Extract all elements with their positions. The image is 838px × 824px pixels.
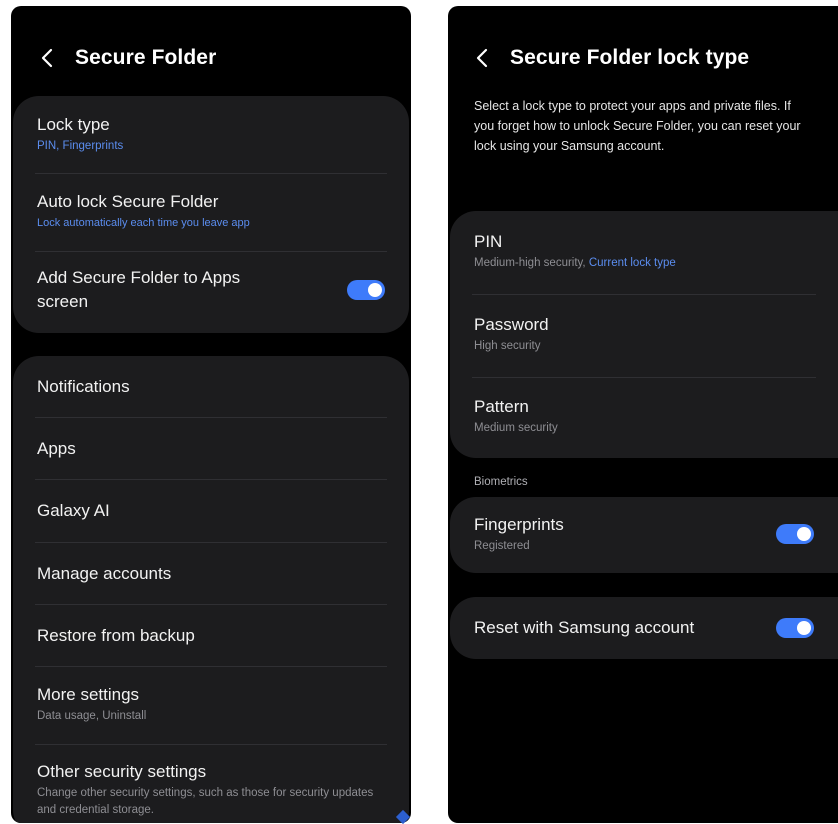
notifications-title: Notifications xyxy=(37,377,130,396)
fingerprints-item[interactable]: Fingerprints Registered xyxy=(474,513,814,554)
add-to-apps-toggle[interactable] xyxy=(347,280,385,300)
apps-title: Apps xyxy=(37,439,76,458)
fingerprints-subtitle: Registered xyxy=(474,540,530,552)
header: Secure Folder lock type xyxy=(474,46,828,70)
divider xyxy=(472,377,816,378)
divider xyxy=(35,542,387,543)
reset-samsung-title: Reset with Samsung account xyxy=(474,618,695,637)
biometrics-section-label: Biometrics xyxy=(474,476,528,488)
more-settings-title: More settings xyxy=(37,685,140,704)
reset-samsung-toggle[interactable] xyxy=(776,618,814,638)
pin-title: PIN xyxy=(474,232,503,251)
restore-backup-title: Restore from backup xyxy=(37,626,195,645)
auto-lock-item[interactable]: Auto lock Secure Folder Lock automatical… xyxy=(37,190,385,231)
fingerprints-title: Fingerprints xyxy=(474,515,564,534)
other-security-subtitle: Change other security settings, such as … xyxy=(37,787,374,816)
secure-folder-screen: Secure Folder Lock type PIN, Fingerprint… xyxy=(11,6,411,823)
add-to-apps-item[interactable]: Add Secure Folder to Apps screen xyxy=(37,266,385,314)
other-security-title: Other security settings xyxy=(37,762,207,781)
current-lock-label: Current lock type xyxy=(588,257,676,269)
password-item[interactable]: Password High security xyxy=(474,313,814,354)
auto-lock-title: Auto lock Secure Folder xyxy=(37,192,219,211)
galaxy-ai-item[interactable]: Galaxy AI xyxy=(37,499,385,523)
reset-card: Reset with Samsung account xyxy=(450,597,838,659)
lock-type-screen: Secure Folder lock type Select a lock ty… xyxy=(448,6,838,823)
pin-item[interactable]: PIN Medium-high security, Current lock t… xyxy=(474,230,814,271)
back-arrow-icon[interactable] xyxy=(474,47,492,69)
divider xyxy=(35,744,387,745)
lock-type-description: Select a lock type to protect your apps … xyxy=(474,99,801,153)
galaxy-ai-title: Galaxy AI xyxy=(37,501,110,520)
password-subtitle: High security xyxy=(474,340,541,352)
page-title: Secure Folder lock type xyxy=(510,46,750,69)
back-arrow-icon[interactable] xyxy=(39,47,57,69)
divider xyxy=(35,666,387,667)
divider xyxy=(35,604,387,605)
header: Secure Folder xyxy=(39,46,401,70)
other-security-item[interactable]: Other security settings Change other sec… xyxy=(37,760,385,819)
pin-security-level: Medium-high security, xyxy=(474,257,589,269)
pin-subtitle: Medium-high security, Current lock type xyxy=(474,255,676,271)
divider xyxy=(472,294,816,295)
divider xyxy=(35,173,387,174)
lock-type-title: Lock type xyxy=(37,115,110,134)
more-settings-subtitle: Data usage, Uninstall xyxy=(37,710,147,722)
fingerprints-toggle[interactable] xyxy=(776,523,814,544)
restore-backup-item[interactable]: Restore from backup xyxy=(37,624,385,648)
more-settings-item[interactable]: More settings Data usage, Uninstall xyxy=(37,683,385,724)
general-settings-card: Notifications Apps Galaxy AI Manage acco… xyxy=(13,356,409,823)
notifications-item[interactable]: Notifications xyxy=(37,375,385,399)
lock-type-subtitle: PIN, Fingerprints xyxy=(37,140,124,152)
lock-type-item[interactable]: Lock type PIN, Fingerprints xyxy=(37,113,385,154)
pattern-title: Pattern xyxy=(474,397,529,416)
page-title: Secure Folder xyxy=(75,46,217,69)
apps-item[interactable]: Apps xyxy=(37,437,385,461)
pattern-item[interactable]: Pattern Medium security xyxy=(474,395,814,436)
divider xyxy=(35,417,387,418)
add-to-apps-title: Add Secure Folder to Apps screen xyxy=(37,268,241,311)
manage-accounts-item[interactable]: Manage accounts xyxy=(37,562,385,586)
lock-types-card: PIN Medium-high security, Current lock t… xyxy=(450,211,838,458)
pattern-subtitle: Medium security xyxy=(474,422,558,434)
divider xyxy=(35,251,387,252)
auto-lock-subtitle: Lock automatically each time you leave a… xyxy=(37,217,250,229)
biometrics-card: Fingerprints Registered xyxy=(450,497,838,573)
divider xyxy=(35,479,387,480)
manage-accounts-title: Manage accounts xyxy=(37,564,172,583)
reset-samsung-item[interactable]: Reset with Samsung account xyxy=(474,616,814,640)
password-title: Password xyxy=(474,315,549,334)
lock-settings-card: Lock type PIN, Fingerprints Auto lock Se… xyxy=(13,96,409,333)
